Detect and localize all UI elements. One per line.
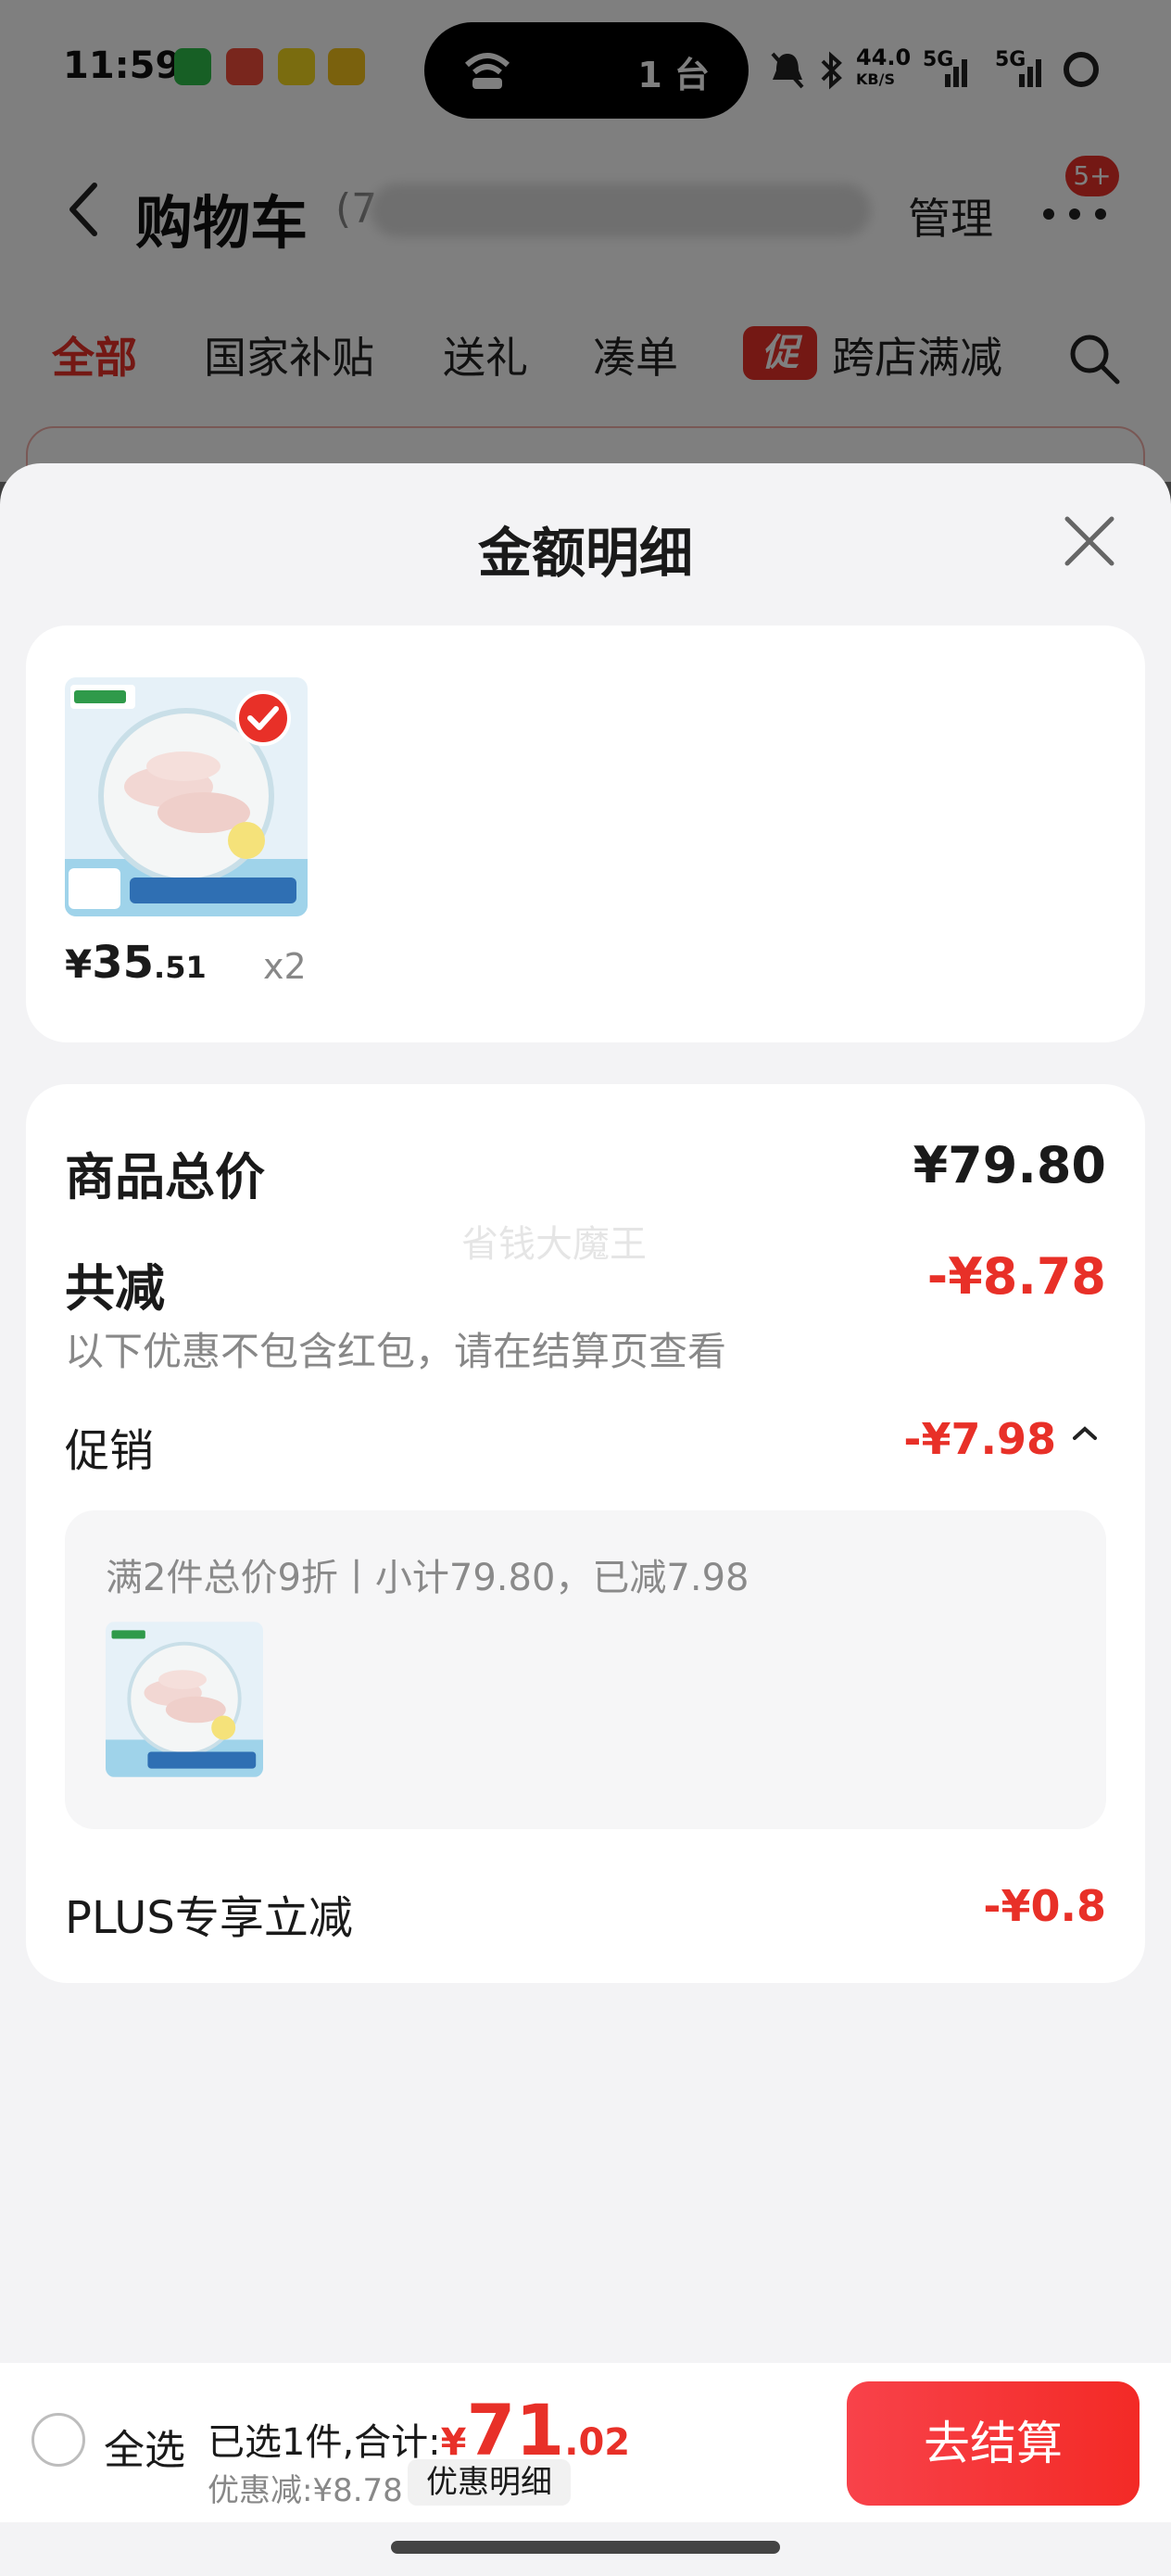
total-discount-value: -¥8.78: [926, 1247, 1106, 1306]
discount-note: 以下优惠不包含红包，请在结算页查看: [65, 1329, 727, 1374]
selected-check-icon[interactable]: [235, 690, 291, 746]
close-icon[interactable]: [1064, 515, 1115, 567]
discount-detail-button[interactable]: 优惠明细: [408, 2459, 571, 2506]
amount-detail-sheet: 金额明细 ¥35.51 x2 商品总价 ¥79.80 省钱大魔王 共减 -¥8.…: [0, 463, 1171, 2576]
promotion-value[interactable]: -¥7.98: [903, 1414, 1056, 1464]
sheet-title: 金额明细: [477, 522, 693, 585]
plus-discount-label: PLUS专享立减: [65, 1892, 353, 1944]
screen: 11:59 1 台 44.0 KB/S: [0, 0, 1171, 2576]
goods-total-label: 商品总价: [65, 1148, 265, 1206]
checkout-bar: 全选 已选1件,合计:¥71.02 优惠减:¥8.78 优惠明细 去结算: [0, 2363, 1171, 2522]
price-breakdown-card: 商品总价 ¥79.80 省钱大魔王 共减 -¥8.78 以下优惠不包含红包，请在…: [26, 1084, 1145, 1983]
select-all-radio[interactable]: [31, 2413, 85, 2467]
home-indicator[interactable]: [391, 2541, 780, 2554]
plus-discount-value: -¥0.8: [983, 1881, 1106, 1931]
discount-amount: 优惠减:¥8.78: [208, 2472, 403, 2509]
goods-total-value: ¥79.80: [913, 1136, 1106, 1194]
select-all-label[interactable]: 全选: [104, 2417, 185, 2476]
product-quantity: x2: [263, 946, 307, 987]
total-discount-label: 共减: [65, 1259, 165, 1318]
chevron-up-icon[interactable]: [1071, 1423, 1099, 1442]
promotion-product-thumbnail[interactable]: [106, 1622, 263, 1777]
watermark: 省钱大魔王: [461, 1223, 647, 1266]
promotion-label: 促销: [65, 1425, 155, 1477]
promotion-detail-box: 满2件总价9折丨小计79.80，已减7.98: [65, 1510, 1106, 1829]
product-price: ¥35.51: [65, 937, 207, 989]
promotion-description: 满2件总价9折丨小计79.80，已减7.98: [106, 1557, 749, 1599]
checkout-button[interactable]: 去结算: [847, 2381, 1140, 2506]
selected-product-card: ¥35.51 x2: [26, 625, 1145, 1042]
